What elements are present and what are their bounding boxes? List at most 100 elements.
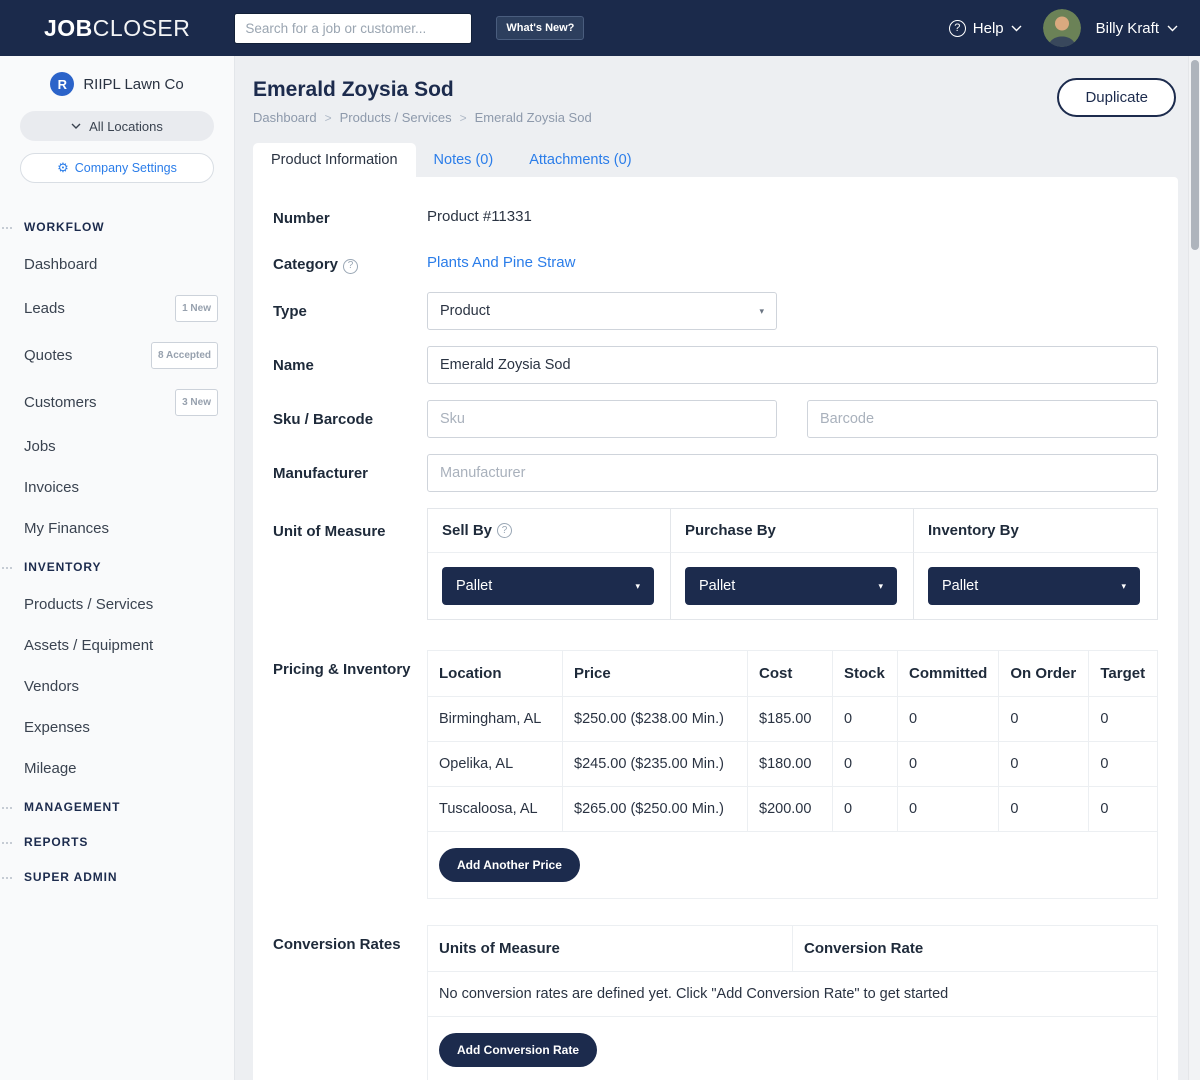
company-header[interactable]: R RIIPL Lawn Co (0, 72, 234, 96)
nav-section-management[interactable]: MANAGEMENT (0, 789, 234, 824)
sidebar-item-quotes[interactable]: Quotes8 Accepted (0, 332, 234, 379)
app-logo[interactable]: JOBCLOSER (44, 15, 190, 42)
sidebar-item-products-services[interactable]: Products / Services (0, 584, 234, 625)
help-menu[interactable]: ? Help (949, 20, 1022, 37)
locations-label: All Locations (89, 119, 163, 134)
pricing-header-row: Location Price Cost Stock Committed On O… (428, 651, 1158, 697)
manufacturer-label: Manufacturer (273, 454, 427, 492)
target-cell: 0 (1089, 787, 1158, 832)
breadcrumb-separator: > (325, 111, 332, 125)
inventory-by-value: Pallet (942, 578, 978, 594)
nav-section-reports[interactable]: REPORTS (0, 824, 234, 859)
sku-input[interactable] (427, 400, 777, 438)
sidebar-item-mileage[interactable]: Mileage (0, 748, 234, 789)
location-link[interactable]: Opelika, AL (439, 756, 513, 772)
breadcrumb-dashboard[interactable]: Dashboard (253, 110, 317, 125)
help-label: Help (973, 20, 1004, 37)
page-scrollbar[interactable] (1188, 56, 1200, 1080)
purchase-by-value: Pallet (699, 578, 735, 594)
tab-attachments[interactable]: Attachments (0) (511, 143, 649, 177)
name-label: Name (273, 346, 427, 384)
add-conversion-rate-button[interactable]: Add Conversion Rate (439, 1033, 597, 1067)
barcode-input[interactable] (807, 400, 1158, 438)
sidebar-item-label: My Finances (24, 518, 109, 539)
sidebar-item-invoices[interactable]: Invoices (0, 467, 234, 508)
global-search-input[interactable] (234, 13, 472, 44)
sell-by-value: Pallet (456, 578, 492, 594)
sidebar-item-assets-equipment[interactable]: Assets / Equipment (0, 625, 234, 666)
purchase-by-select[interactable]: Pallet ▾ (685, 567, 897, 605)
type-label: Type (273, 292, 427, 330)
committed-cell: 0 (898, 787, 999, 832)
chevron-down-icon: ▾ (635, 581, 640, 592)
company-settings-button[interactable]: ⚙ Company Settings (20, 153, 214, 183)
type-select[interactable]: Product ▾ (427, 292, 777, 330)
tab-notes[interactable]: Notes (0) (416, 143, 512, 177)
nav-section-super-admin[interactable]: SUPER ADMIN (0, 859, 234, 894)
location-link[interactable]: Birmingham, AL (439, 711, 541, 727)
chevron-down-icon: ▾ (1121, 581, 1126, 592)
conversion-header-row: Units of Measure Conversion Rate (428, 926, 1158, 972)
sidebar-item-leads[interactable]: Leads1 New (0, 285, 234, 332)
nav-section-inventory[interactable]: INVENTORY (0, 549, 234, 584)
avatar[interactable] (1043, 9, 1081, 47)
tab-product-information[interactable]: Product Information (253, 143, 416, 177)
cost-cell: $180.00 (748, 742, 833, 787)
sidebar-item-my-finances[interactable]: My Finances (0, 508, 234, 549)
body-row: R RIIPL Lawn Co All Locations ⚙ Company … (0, 56, 1200, 1080)
sell-by-select[interactable]: Pallet ▾ (442, 567, 654, 605)
manufacturer-input[interactable] (427, 454, 1158, 492)
sidebar-item-label: Quotes (24, 345, 72, 366)
sidebar-item-label: Assets / Equipment (24, 635, 153, 656)
on-order-cell: 0 (999, 697, 1089, 742)
sidebar-nav: WORKFLOW Dashboard Leads1 New Quotes8 Ac… (0, 209, 234, 894)
cost-cell: $200.00 (748, 787, 833, 832)
user-menu[interactable]: Billy Kraft (1096, 20, 1178, 37)
duplicate-button[interactable]: Duplicate (1057, 78, 1176, 117)
name-input[interactable] (427, 346, 1158, 384)
locations-dropdown[interactable]: All Locations (20, 111, 214, 141)
sidebar-item-expenses[interactable]: Expenses (0, 707, 234, 748)
scrollbar-thumb[interactable] (1191, 60, 1199, 250)
customers-badge: 3 New (175, 389, 218, 416)
conversion-header-rate: Conversion Rate (793, 926, 1158, 972)
committed-cell: 0 (898, 697, 999, 742)
number-value: Product #11331 (427, 199, 532, 229)
sidebar-item-jobs[interactable]: Jobs (0, 426, 234, 467)
pricing-header-location: Location (428, 651, 563, 697)
add-another-price-button[interactable]: Add Another Price (439, 848, 580, 882)
unit-of-measure-table: Sell By? Purchase By Inventory By Pallet… (427, 508, 1158, 620)
number-label: Number (273, 199, 427, 229)
sell-by-header: Sell By? (428, 509, 671, 553)
nav-section-workflow[interactable]: WORKFLOW (0, 209, 234, 244)
pricing-inventory-row: Pricing & Inventory Location Price Cost … (273, 650, 1158, 899)
logo-text-bold: JOB (44, 15, 93, 41)
sidebar-item-vendors[interactable]: Vendors (0, 666, 234, 707)
sidebar-item-label: Invoices (24, 477, 79, 498)
help-question-icon[interactable]: ? (497, 523, 512, 538)
chevron-down-icon (1011, 25, 1022, 32)
unit-of-measure-row: Unit of Measure Sell By? Purchase By Inv… (273, 508, 1158, 620)
category-link[interactable]: Plants And Pine Straw (427, 245, 575, 275)
product-information-card: Number Product #11331 Category? Plants A… (253, 177, 1178, 1080)
pricing-header-price: Price (563, 651, 748, 697)
conversion-rates-table: Units of Measure Conversion Rate No conv… (427, 925, 1158, 1080)
cost-cell: $185.00 (748, 697, 833, 742)
sidebar-item-customers[interactable]: Customers3 New (0, 379, 234, 426)
inventory-by-select[interactable]: Pallet ▾ (928, 567, 1140, 605)
help-question-icon[interactable]: ? (343, 259, 358, 274)
stock-cell: 0 (833, 742, 898, 787)
gear-icon: ⚙ (57, 160, 69, 176)
location-link[interactable]: Tuscaloosa, AL (439, 801, 538, 817)
logo-text-light: CLOSER (93, 15, 191, 41)
chevron-down-icon: ▾ (878, 581, 883, 592)
app-window: JOBCLOSER What's New? ? Help (0, 0, 1200, 1080)
on-order-cell: 0 (999, 742, 1089, 787)
whats-new-button[interactable]: What's New? (496, 16, 584, 40)
breadcrumb-products-services[interactable]: Products / Services (340, 110, 452, 125)
tabs: Product Information Notes (0) Attachment… (253, 143, 1178, 177)
conversion-header-units: Units of Measure (428, 926, 793, 972)
sku-barcode-row: Sku / Barcode (273, 400, 1158, 438)
sidebar-item-dashboard[interactable]: Dashboard (0, 244, 234, 285)
conversion-empty-row: No conversion rates are defined yet. Cli… (428, 972, 1158, 1017)
